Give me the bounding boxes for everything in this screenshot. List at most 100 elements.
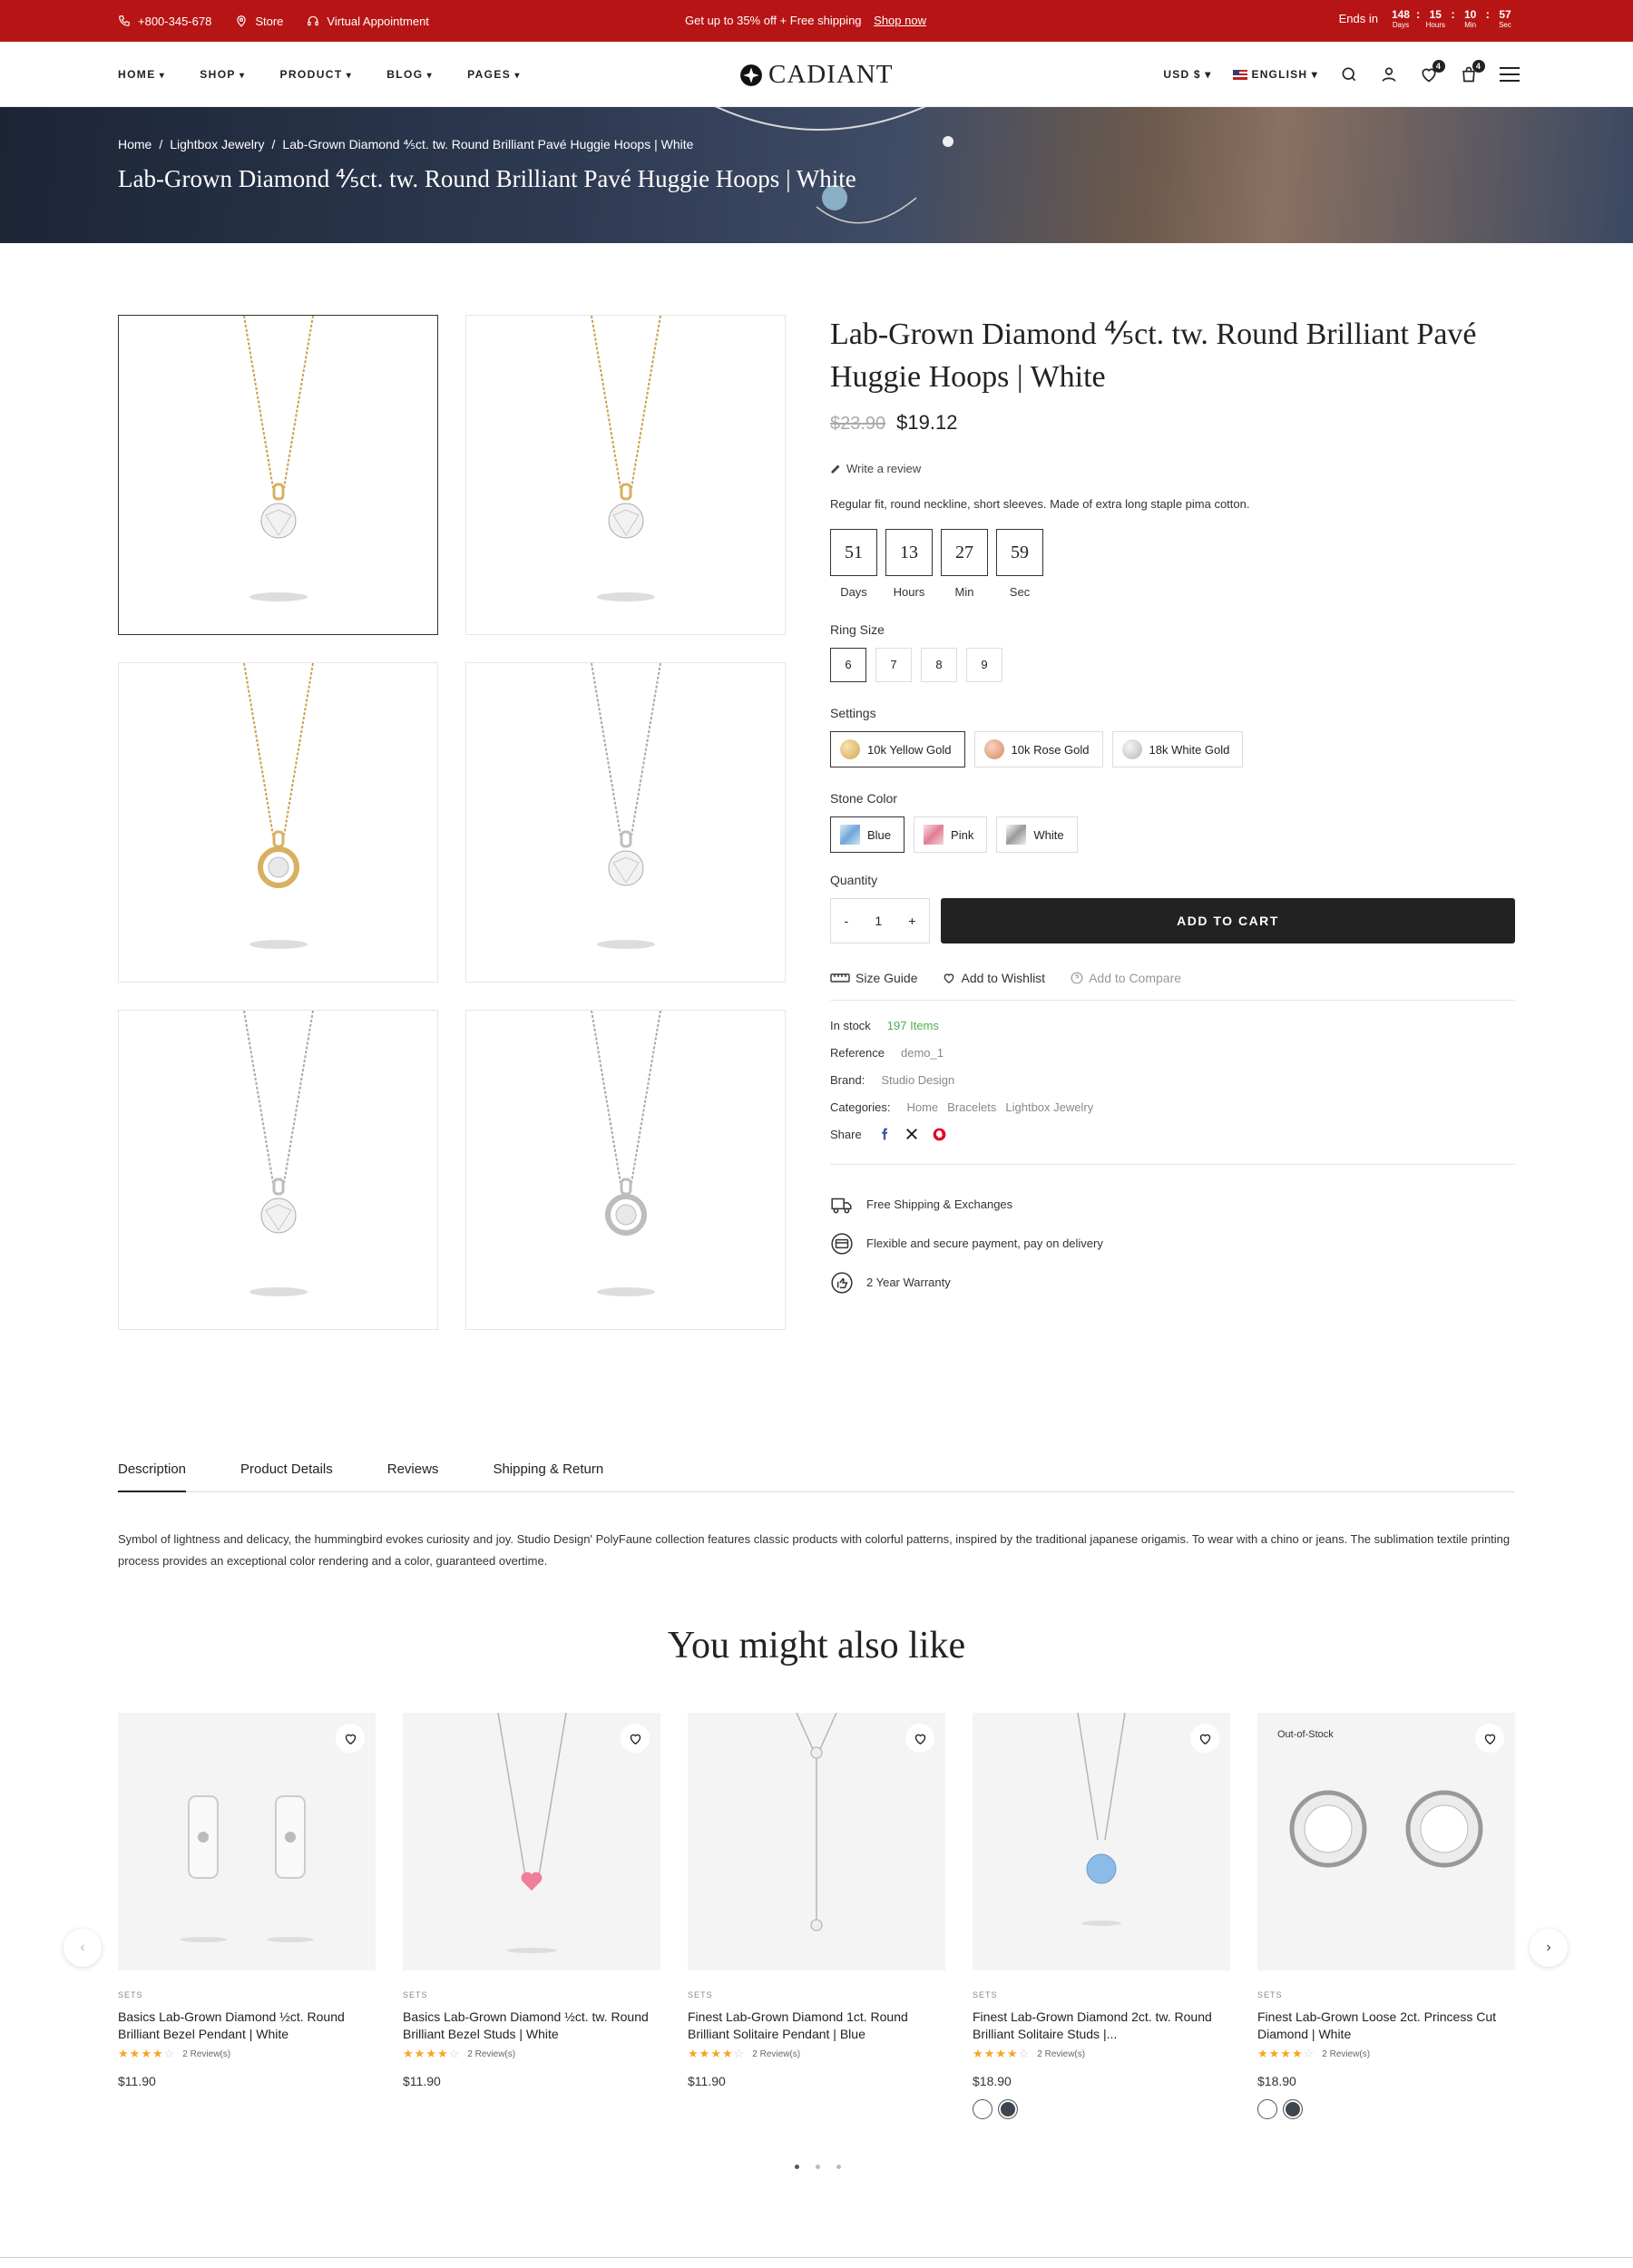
wishlist-button[interactable] <box>336 1724 365 1753</box>
product-card-image[interactable] <box>973 1713 1230 1970</box>
star-empty-icon: ☆ <box>1303 2047 1315 2060</box>
appointment-link[interactable]: Virtual Appointment <box>307 15 429 28</box>
ring-size-option[interactable]: 6 <box>830 648 866 682</box>
category-link[interactable]: Bracelets <box>947 1100 996 1114</box>
setting-option[interactable]: 10k Rose Gold <box>973 731 1103 767</box>
product-category: SETS <box>403 1990 428 1999</box>
pinterest-icon[interactable] <box>933 1128 946 1141</box>
setting-option[interactable]: 18k White Gold <box>1111 731 1244 767</box>
wishlist-button[interactable] <box>905 1724 934 1753</box>
currency-selector[interactable]: USD $ ▾ <box>1163 68 1211 81</box>
add-to-wishlist-link[interactable]: Add to Wishlist <box>943 971 1045 985</box>
product-card[interactable]: SETS Finest Lab-Grown Diamond 2ct. tw. R… <box>973 1713 1230 2119</box>
tab-reviews[interactable]: Reviews <box>387 1456 439 1492</box>
product-card-image[interactable] <box>118 1713 376 1970</box>
quantity-decrease-button[interactable]: - <box>845 914 849 928</box>
product-image-pink-heart-necklace <box>497 1713 567 1953</box>
breadcrumb-home[interactable]: Home <box>118 137 152 152</box>
color-swatch[interactable] <box>973 2099 993 2119</box>
brand-link[interactable]: Studio Design <box>881 1073 954 1087</box>
carousel-pagination <box>795 2165 841 2169</box>
color-swatch[interactable] <box>998 2099 1018 2119</box>
logo-text: CADIANT <box>768 60 894 89</box>
logo-star-icon <box>740 64 762 86</box>
user-icon <box>1382 67 1396 82</box>
ring-size-option[interactable]: 7 <box>875 648 912 682</box>
shop-now-link[interactable]: Shop now <box>874 14 926 27</box>
carousel-next-button[interactable]: › <box>1530 1929 1568 1967</box>
gallery-thumbnail[interactable] <box>118 315 438 635</box>
heart-icon <box>914 1734 925 1745</box>
product-card[interactable]: SETS Basics Lab-Grown Diamond ½ct. tw. R… <box>403 1713 660 2088</box>
wishlist-button[interactable] <box>1190 1724 1219 1753</box>
cart-button[interactable]: 4 <box>1460 60 1485 83</box>
add-to-compare-link[interactable]: Add to Compare <box>1071 971 1181 985</box>
tab-shipping-return[interactable]: Shipping & Return <box>493 1456 603 1492</box>
color-swatch[interactable] <box>1283 2099 1303 2119</box>
product-card-image[interactable] <box>403 1713 660 1970</box>
product-name[interactable]: Finest Lab-Grown Diamond 1ct. Round Bril… <box>688 2009 945 2043</box>
product-card[interactable]: SETS Basics Lab-Grown Diamond ½ct. Round… <box>118 1713 376 2088</box>
stone-option[interactable]: Blue <box>830 816 905 853</box>
product-card[interactable]: SETS Finest Lab-Grown Diamond 1ct. Round… <box>688 1713 945 2088</box>
pagination-dot[interactable] <box>816 2165 820 2169</box>
product-card[interactable]: Out-of-Stock SETS Finest Lab-Grown Loose… <box>1257 1713 1515 2119</box>
deal-min: 27 <box>941 529 988 576</box>
breadcrumb-category[interactable]: Lightbox Jewelry <box>170 137 264 152</box>
stone-options: Blue Pink White <box>830 816 1515 853</box>
nav-pages[interactable]: PAGES <box>467 68 521 81</box>
ring-size-option[interactable]: 9 <box>966 648 1002 682</box>
phone-link[interactable]: +800-345-678 <box>118 15 211 28</box>
wishlist-button[interactable] <box>1475 1724 1504 1753</box>
write-review-link[interactable]: Write a review <box>830 462 1515 475</box>
x-twitter-icon[interactable] <box>905 1128 918 1140</box>
tab-product-details[interactable]: Product Details <box>240 1456 333 1492</box>
product-name[interactable]: Basics Lab-Grown Diamond ½ct. tw. Round … <box>403 2009 660 2043</box>
product-name[interactable]: Finest Lab-Grown Loose 2ct. Princess Cut… <box>1257 2009 1515 2043</box>
language-selector[interactable]: ENGLISH ▾ <box>1233 68 1318 81</box>
product-card-image[interactable] <box>688 1713 945 1970</box>
wishlist-button[interactable]: 4 <box>1420 60 1445 83</box>
gallery-thumbnail[interactable] <box>465 315 786 635</box>
size-guide-link[interactable]: Size Guide <box>830 971 917 985</box>
nav-shop[interactable]: SHOP <box>200 68 245 81</box>
site-logo[interactable]: CADIANT <box>739 60 894 90</box>
product-card-image[interactable]: Out-of-Stock <box>1257 1713 1515 1970</box>
ring-size-options: 6 7 8 9 <box>830 648 1515 682</box>
gallery-thumbnail[interactable] <box>465 1010 786 1330</box>
search-button[interactable] <box>1340 65 1358 83</box>
tab-description[interactable]: Description <box>118 1456 187 1492</box>
pagination-dot[interactable] <box>836 2165 841 2169</box>
gallery-thumbnail[interactable] <box>465 662 786 982</box>
nav-product[interactable]: PRODUCT <box>279 68 352 81</box>
menu-button[interactable] <box>1500 66 1520 83</box>
ring-size-option[interactable]: 8 <box>921 648 957 682</box>
color-swatch[interactable] <box>1257 2099 1277 2119</box>
category-link[interactable]: Home <box>906 1100 938 1114</box>
pencil-icon <box>831 464 840 473</box>
category-link[interactable]: Lightbox Jewelry <box>1005 1100 1093 1114</box>
nav-blog[interactable]: BLOG <box>386 68 433 81</box>
stone-option[interactable]: White <box>996 816 1078 853</box>
setting-option[interactable]: 10k Yellow Gold <box>830 731 965 767</box>
pagination-dot[interactable] <box>795 2165 799 2169</box>
setting-label: 18k White Gold <box>1149 742 1230 757</box>
review-count: 2 Review(s) <box>752 2048 801 2059</box>
nav-home[interactable]: HOME <box>118 68 165 81</box>
wishlist-button[interactable] <box>621 1724 650 1753</box>
product-name[interactable]: Finest Lab-Grown Diamond 2ct. tw. Round … <box>973 2009 1230 2043</box>
add-to-cart-button[interactable]: ADD TO CART <box>941 898 1515 943</box>
product-name[interactable]: Basics Lab-Grown Diamond ½ct. Round Bril… <box>118 2009 376 2043</box>
stone-option[interactable]: Pink <box>914 816 988 853</box>
categories-label: Categories: <box>830 1100 891 1114</box>
white-stone-swatch <box>1006 825 1027 845</box>
countdown-unit: Sec <box>1499 21 1511 29</box>
carousel-prev-button[interactable]: ‹ <box>64 1929 102 1967</box>
gallery-thumbnail[interactable] <box>118 662 438 982</box>
quantity-increase-button[interactable]: + <box>908 914 915 928</box>
gallery-thumbnail[interactable] <box>118 1010 438 1330</box>
account-button[interactable] <box>1380 65 1398 83</box>
facebook-icon[interactable] <box>878 1128 891 1140</box>
quantity-value[interactable]: 1 <box>875 914 882 928</box>
store-link[interactable]: Store <box>235 15 283 28</box>
